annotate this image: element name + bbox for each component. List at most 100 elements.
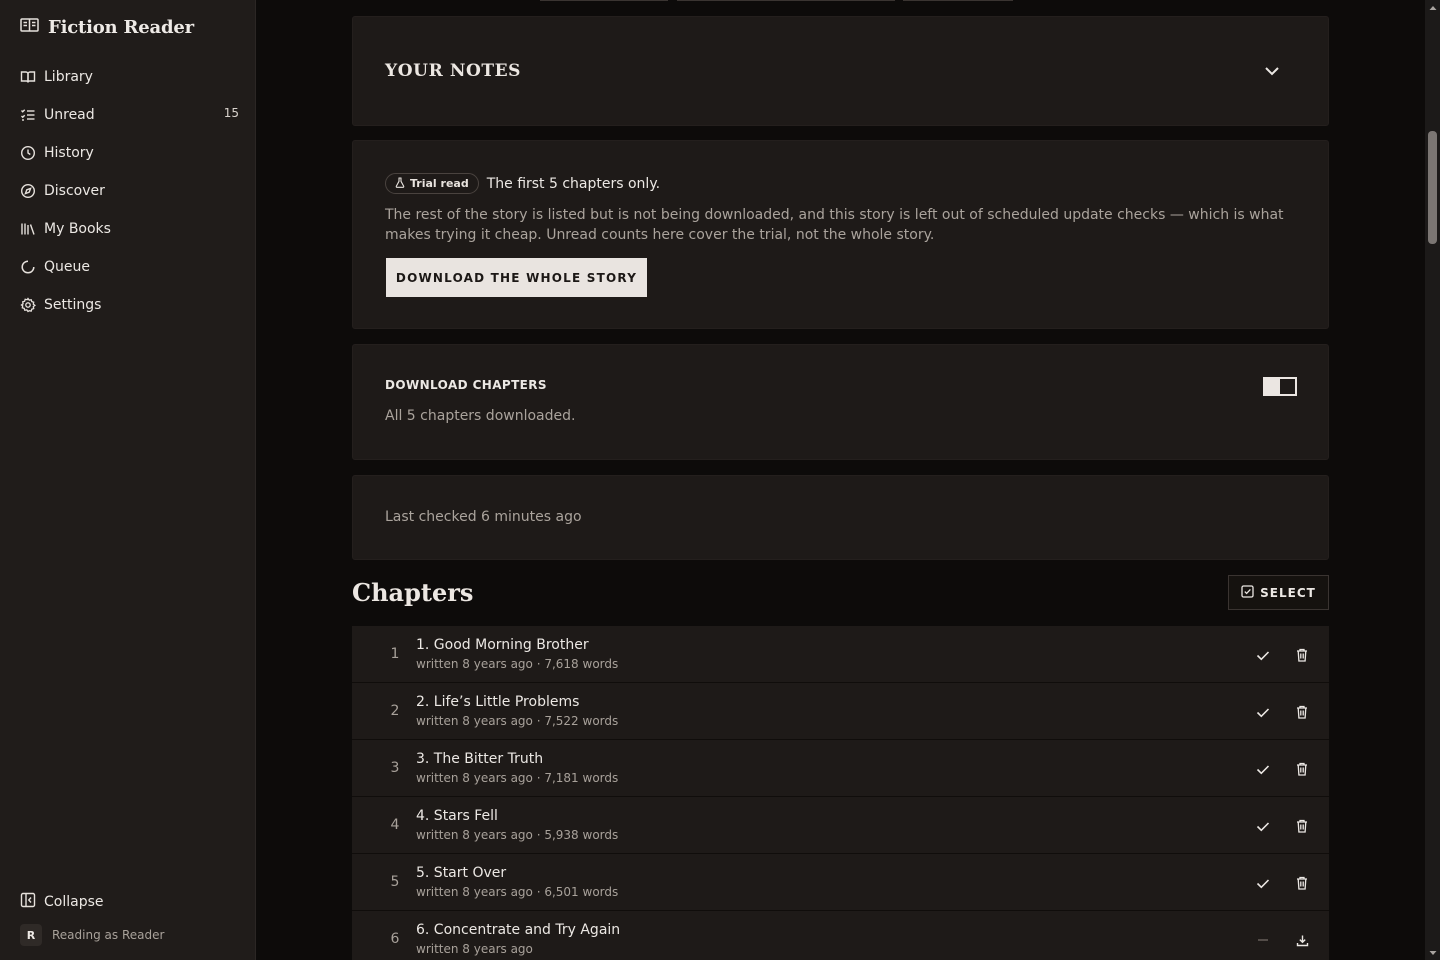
trial-header: Trial read The first 5 chapters only. [385, 173, 660, 194]
compass-icon [20, 183, 36, 199]
app-title: Fiction Reader [48, 16, 194, 38]
trash-icon[interactable] [1291, 758, 1313, 780]
sidebar-item-label: My Books [44, 221, 111, 237]
chapter-row[interactable]: 5 5. Start Over written 8 years ago · 6,… [352, 854, 1329, 911]
last-checked-text: Last checked 6 minutes ago [385, 509, 582, 525]
trash-icon[interactable] [1291, 872, 1313, 894]
check-icon[interactable] [1252, 815, 1274, 837]
sidebar-item-label: Unread [44, 107, 95, 123]
gear-icon [20, 297, 36, 313]
sidebar-item-my-books[interactable]: My Books [12, 210, 248, 248]
unread-count-badge: 15 [223, 106, 239, 120]
chapter-meta: written 8 years ago · 7,181 words [416, 771, 619, 785]
sidebar-item-label: Queue [44, 259, 90, 275]
notes-card[interactable]: YOUR NOTES [352, 16, 1329, 126]
sidebar-item-label: Library [44, 69, 93, 85]
sidebar-item-unread[interactable]: Unread 15 [12, 96, 248, 134]
select-chapters-button[interactable]: SELECT [1228, 575, 1329, 610]
chapter-number: 3 [390, 760, 400, 776]
trash-icon[interactable] [1291, 644, 1313, 666]
minus-icon [1252, 929, 1274, 951]
sidebar-nav: Library Unread 15 History Discover My Bo… [12, 58, 248, 324]
chapter-row[interactable]: 4 4. Stars Fell written 8 years ago · 5,… [352, 797, 1329, 854]
sidebar-item-library[interactable]: Library [12, 58, 248, 96]
scroll-down-arrow-icon[interactable] [1425, 945, 1440, 960]
sidebar-item-history[interactable]: History [12, 134, 248, 172]
clock-icon [20, 145, 36, 161]
chapter-meta: written 8 years ago [416, 942, 533, 956]
loader-icon [20, 259, 36, 275]
download-whole-story-button[interactable]: DOWNLOAD THE WHOLE STORY [386, 258, 647, 297]
chapter-number: 1 [390, 646, 400, 662]
account-label: Reading as Reader [52, 928, 165, 942]
panel-collapse-icon [20, 892, 36, 912]
main-content: YOUR NOTES Trial read The first 5 chapte… [256, 0, 1425, 960]
chapter-row[interactable]: 6 6. Concentrate and Try Again written 8… [352, 911, 1329, 960]
scrollbar-thumb[interactable] [1428, 131, 1437, 244]
collapse-sidebar-button[interactable]: Collapse [12, 883, 248, 921]
check-icon[interactable] [1252, 644, 1274, 666]
list-checks-icon [20, 107, 36, 123]
chapter-meta: written 8 years ago · 6,501 words [416, 885, 619, 899]
tab-edge [540, 0, 668, 1]
chapter-number: 6 [390, 931, 400, 947]
sidebar-item-label: Settings [44, 297, 102, 313]
library-icon [20, 221, 36, 237]
trial-headline: The first 5 chapters only. [486, 175, 661, 192]
checkbox-icon [1241, 584, 1254, 601]
tab-edge [677, 0, 895, 1]
chapter-title[interactable]: 6. Concentrate and Try Again [416, 922, 620, 938]
select-label: SELECT [1260, 585, 1316, 600]
download-chapters-toggle[interactable] [1263, 377, 1297, 396]
account-indicator[interactable]: R Reading as Reader [20, 924, 164, 946]
last-checked-card: Last checked 6 minutes ago [352, 475, 1329, 560]
chevron-down-icon[interactable] [1262, 61, 1282, 81]
download-chapters-card: DOWNLOAD CHAPTERS All 5 chapters downloa… [352, 344, 1329, 460]
check-icon[interactable] [1252, 872, 1274, 894]
flask-icon [395, 176, 405, 191]
book-open-icon [20, 17, 39, 37]
chapter-title[interactable]: 3. The Bitter Truth [416, 751, 543, 767]
check-icon[interactable] [1252, 758, 1274, 780]
chapter-row[interactable]: 1 1. Good Morning Brother written 8 year… [352, 626, 1329, 683]
brand[interactable]: Fiction Reader [20, 15, 194, 39]
trash-icon[interactable] [1291, 701, 1313, 723]
sidebar-item-settings[interactable]: Settings [12, 286, 248, 324]
scroll-up-arrow-icon[interactable] [1425, 0, 1440, 15]
chapter-meta: written 8 years ago · 5,938 words [416, 828, 619, 842]
download-status: All 5 chapters downloaded. [385, 408, 576, 424]
chapter-list: 1 1. Good Morning Brother written 8 year… [352, 626, 1329, 960]
avatar: R [20, 924, 42, 946]
top-tab-edges [256, 0, 1425, 2]
sidebar: Fiction Reader Library Unread 15 History… [0, 0, 256, 960]
chapter-meta: written 8 years ago · 7,618 words [416, 657, 619, 671]
chapter-row[interactable]: 2 2. Life’s Little Problems written 8 ye… [352, 683, 1329, 740]
chapter-meta: written 8 years ago · 7,522 words [416, 714, 619, 728]
book-open-icon [20, 69, 36, 85]
check-icon[interactable] [1252, 701, 1274, 723]
chapter-number: 2 [390, 703, 400, 719]
trial-card: Trial read The first 5 chapters only. Th… [352, 140, 1329, 329]
chapters-heading: Chapters [352, 578, 474, 607]
chapter-row[interactable]: 3 3. The Bitter Truth written 8 years ag… [352, 740, 1329, 797]
chapter-number: 4 [390, 817, 400, 833]
collapse-label: Collapse [44, 894, 104, 910]
page-scrollbar[interactable] [1425, 0, 1440, 960]
download-chapters-title: DOWNLOAD CHAPTERS [385, 378, 547, 392]
tab-edge [903, 0, 1013, 1]
toggle-knob [1280, 379, 1295, 394]
notes-title: YOUR NOTES [385, 61, 522, 81]
trial-description: The rest of the story is listed but is n… [385, 207, 1284, 243]
sidebar-item-queue[interactable]: Queue [12, 248, 248, 286]
chapter-title[interactable]: 1. Good Morning Brother [416, 637, 589, 653]
chapter-title[interactable]: 5. Start Over [416, 865, 506, 881]
chapter-number: 5 [390, 874, 400, 890]
trial-badge: Trial read [385, 173, 479, 194]
sidebar-item-label: History [44, 145, 94, 161]
trial-badge-label: Trial read [410, 177, 469, 190]
trash-icon[interactable] [1291, 815, 1313, 837]
chapter-title[interactable]: 4. Stars Fell [416, 808, 498, 824]
chapter-title[interactable]: 2. Life’s Little Problems [416, 694, 579, 710]
download-icon[interactable] [1291, 929, 1313, 951]
sidebar-item-discover[interactable]: Discover [12, 172, 248, 210]
